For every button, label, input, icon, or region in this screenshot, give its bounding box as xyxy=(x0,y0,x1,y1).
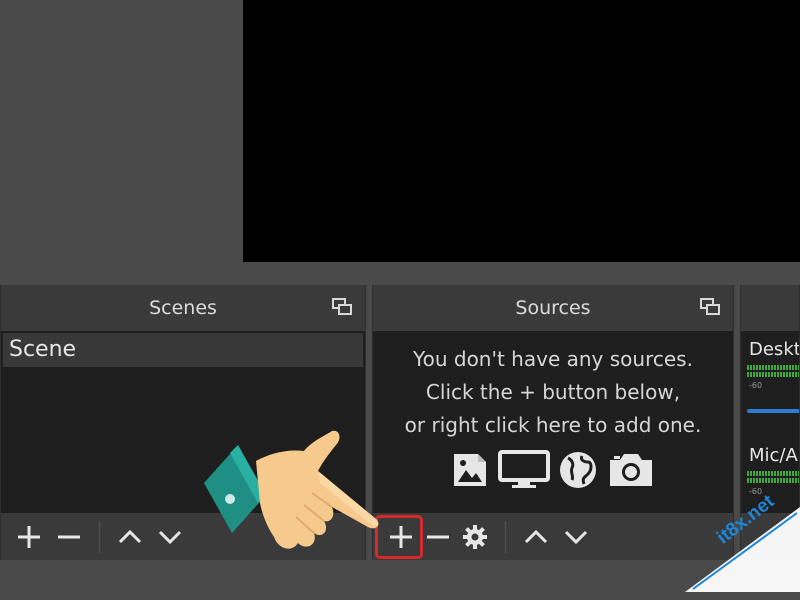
sources-dock: Sources You don't have any sources. Clic… xyxy=(372,285,734,560)
empty-message-line: You don't have any sources. xyxy=(413,347,693,371)
sources-dock-title: Sources xyxy=(373,285,733,331)
sources-title: Sources xyxy=(515,297,591,319)
pointing-hand-illustration xyxy=(204,430,379,549)
toolbar-separator xyxy=(505,520,506,553)
sources-toolbar xyxy=(373,513,733,560)
move-scene-down-button[interactable] xyxy=(150,517,190,557)
site-watermark: it8x.net xyxy=(685,487,800,592)
chevron-up-icon xyxy=(524,529,548,543)
camera-icon xyxy=(610,454,652,486)
minus-icon xyxy=(427,535,449,538)
audio-channel-label: Deskto xyxy=(749,339,799,360)
meter-scale-label: -60 xyxy=(749,381,763,390)
audio-level-meter xyxy=(747,478,799,483)
audio-level-meter xyxy=(747,471,799,476)
audio-channel-label: Mic/A xyxy=(749,445,798,466)
move-source-down-button[interactable] xyxy=(556,517,596,557)
move-source-up-button[interactable] xyxy=(516,517,556,557)
float-dock-icon[interactable] xyxy=(699,296,721,318)
remove-scene-button[interactable] xyxy=(49,517,89,557)
move-scene-up-button[interactable] xyxy=(110,517,150,557)
scenes-dock-title: Scenes xyxy=(1,285,365,331)
toolbar-separator xyxy=(99,520,100,553)
chevron-down-icon xyxy=(564,530,588,544)
gear-icon xyxy=(463,524,487,549)
scene-list-item[interactable]: Scene xyxy=(3,333,363,367)
audio-mixer-list: Deskto -60 Mic/A -60 xyxy=(741,331,799,513)
source-properties-button[interactable] xyxy=(455,517,495,557)
float-dock-icon[interactable] xyxy=(331,296,353,318)
plus-icon xyxy=(18,525,40,548)
status-bar xyxy=(0,560,800,600)
empty-message-line: or right click here to add one. xyxy=(404,413,702,437)
hand-shape xyxy=(256,430,379,549)
preview-canvas[interactable] xyxy=(243,0,800,262)
image-icon xyxy=(454,454,486,486)
sources-empty-message: You don't have any sources. Click the + … xyxy=(373,343,733,442)
sleeve-cuff xyxy=(204,445,266,533)
scenes-title: Scenes xyxy=(149,297,217,319)
minus-icon xyxy=(58,535,80,538)
source-type-icons xyxy=(373,450,733,490)
globe-icon xyxy=(560,452,596,488)
watermark-badge xyxy=(685,507,800,592)
chevron-down-icon xyxy=(158,530,182,544)
audio-level-meter xyxy=(747,372,799,377)
chevron-up-icon xyxy=(118,529,142,543)
sources-list[interactable]: You don't have any sources. Click the + … xyxy=(373,331,733,513)
add-scene-button[interactable] xyxy=(9,517,49,557)
volume-slider[interactable] xyxy=(747,409,799,413)
empty-message-line: Click the + button below, xyxy=(425,380,681,404)
remove-source-button[interactable] xyxy=(421,517,455,557)
monitor-icon xyxy=(498,450,550,488)
audio-level-meter xyxy=(747,365,799,370)
preview-divider xyxy=(0,262,800,278)
